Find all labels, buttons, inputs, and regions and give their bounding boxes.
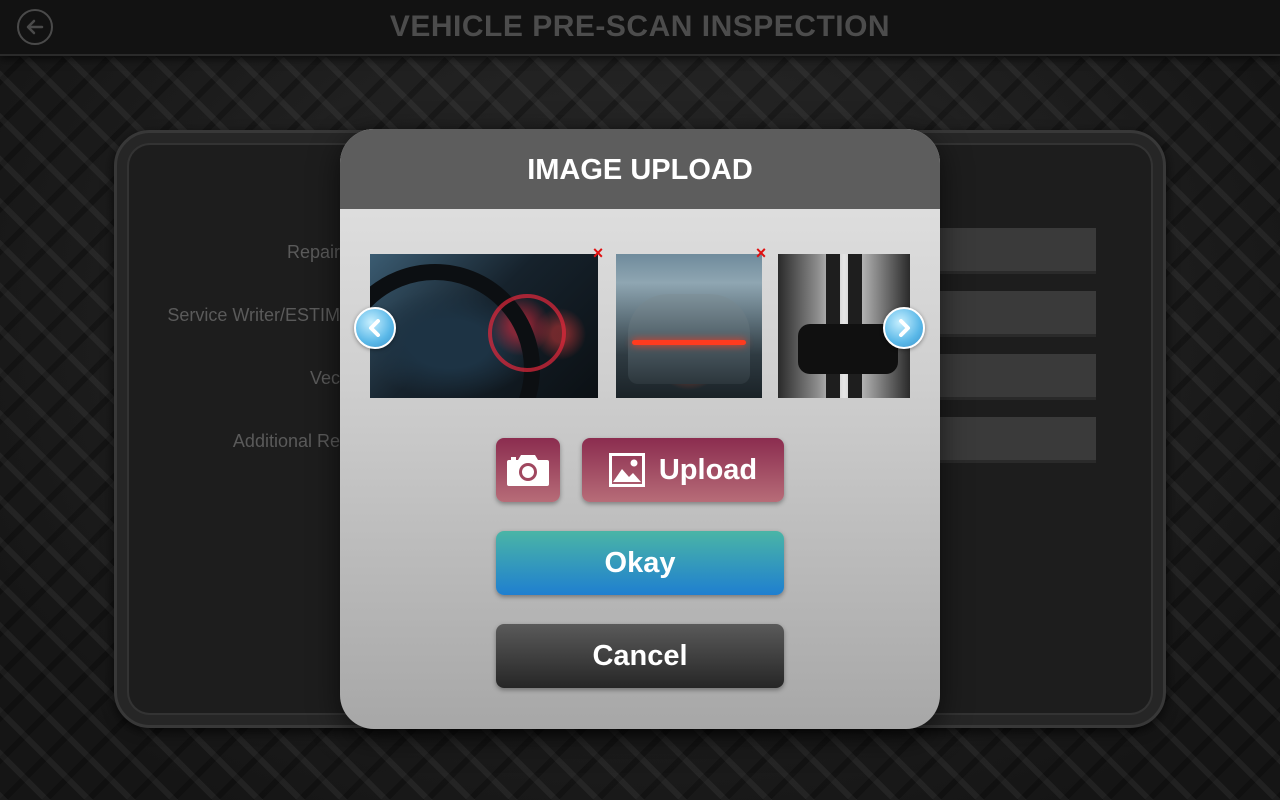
page-title: VEHICLE PRE-SCAN INSPECTION bbox=[389, 10, 891, 43]
okay-button[interactable]: Okay bbox=[496, 531, 784, 595]
app-header: VEHICLE PRE-SCAN INSPECTION bbox=[0, 0, 1280, 56]
remove-thumbnail-2-icon[interactable]: × bbox=[754, 244, 768, 262]
chevron-left-icon bbox=[369, 319, 380, 337]
service-writer-label: Service Writer/ESTIM bbox=[167, 305, 340, 325]
vehicle-label: Vec bbox=[309, 368, 340, 388]
carousel-next-button[interactable] bbox=[883, 307, 925, 349]
cancel-button[interactable]: Cancel bbox=[496, 624, 784, 688]
modal-header: IMAGE UPLOAD bbox=[340, 129, 940, 209]
service-writer-input[interactable] bbox=[938, 291, 1096, 337]
image-icon bbox=[608, 453, 645, 487]
cancel-label: Cancel bbox=[592, 639, 688, 672]
car-shape bbox=[628, 294, 750, 384]
okay-label: Okay bbox=[604, 546, 676, 579]
additional-label: Additional Re bbox=[232, 431, 340, 451]
repair-input[interactable] bbox=[938, 228, 1096, 274]
additional-input[interactable] bbox=[938, 417, 1096, 463]
taillight-shape bbox=[632, 340, 746, 345]
upload-button[interactable]: Upload bbox=[582, 438, 784, 502]
thumbnail-dashboard[interactable] bbox=[370, 254, 598, 398]
repair-label: Repair bbox=[286, 242, 340, 262]
thumbnail-porsche[interactable] bbox=[616, 254, 762, 398]
carousel-prev-button[interactable] bbox=[354, 307, 396, 349]
vehicle-input[interactable] bbox=[938, 354, 1096, 400]
upload-label: Upload bbox=[658, 453, 758, 486]
camera-icon bbox=[507, 455, 549, 486]
gauge-shape bbox=[488, 294, 566, 372]
image-upload-modal: IMAGE UPLOAD × × Upload Okay Cancel bbox=[340, 129, 940, 729]
chevron-right-icon bbox=[899, 319, 910, 337]
camera-button[interactable] bbox=[496, 438, 560, 502]
modal-title: IMAGE UPLOAD bbox=[527, 153, 753, 186]
remove-thumbnail-1-icon[interactable]: × bbox=[591, 244, 605, 262]
